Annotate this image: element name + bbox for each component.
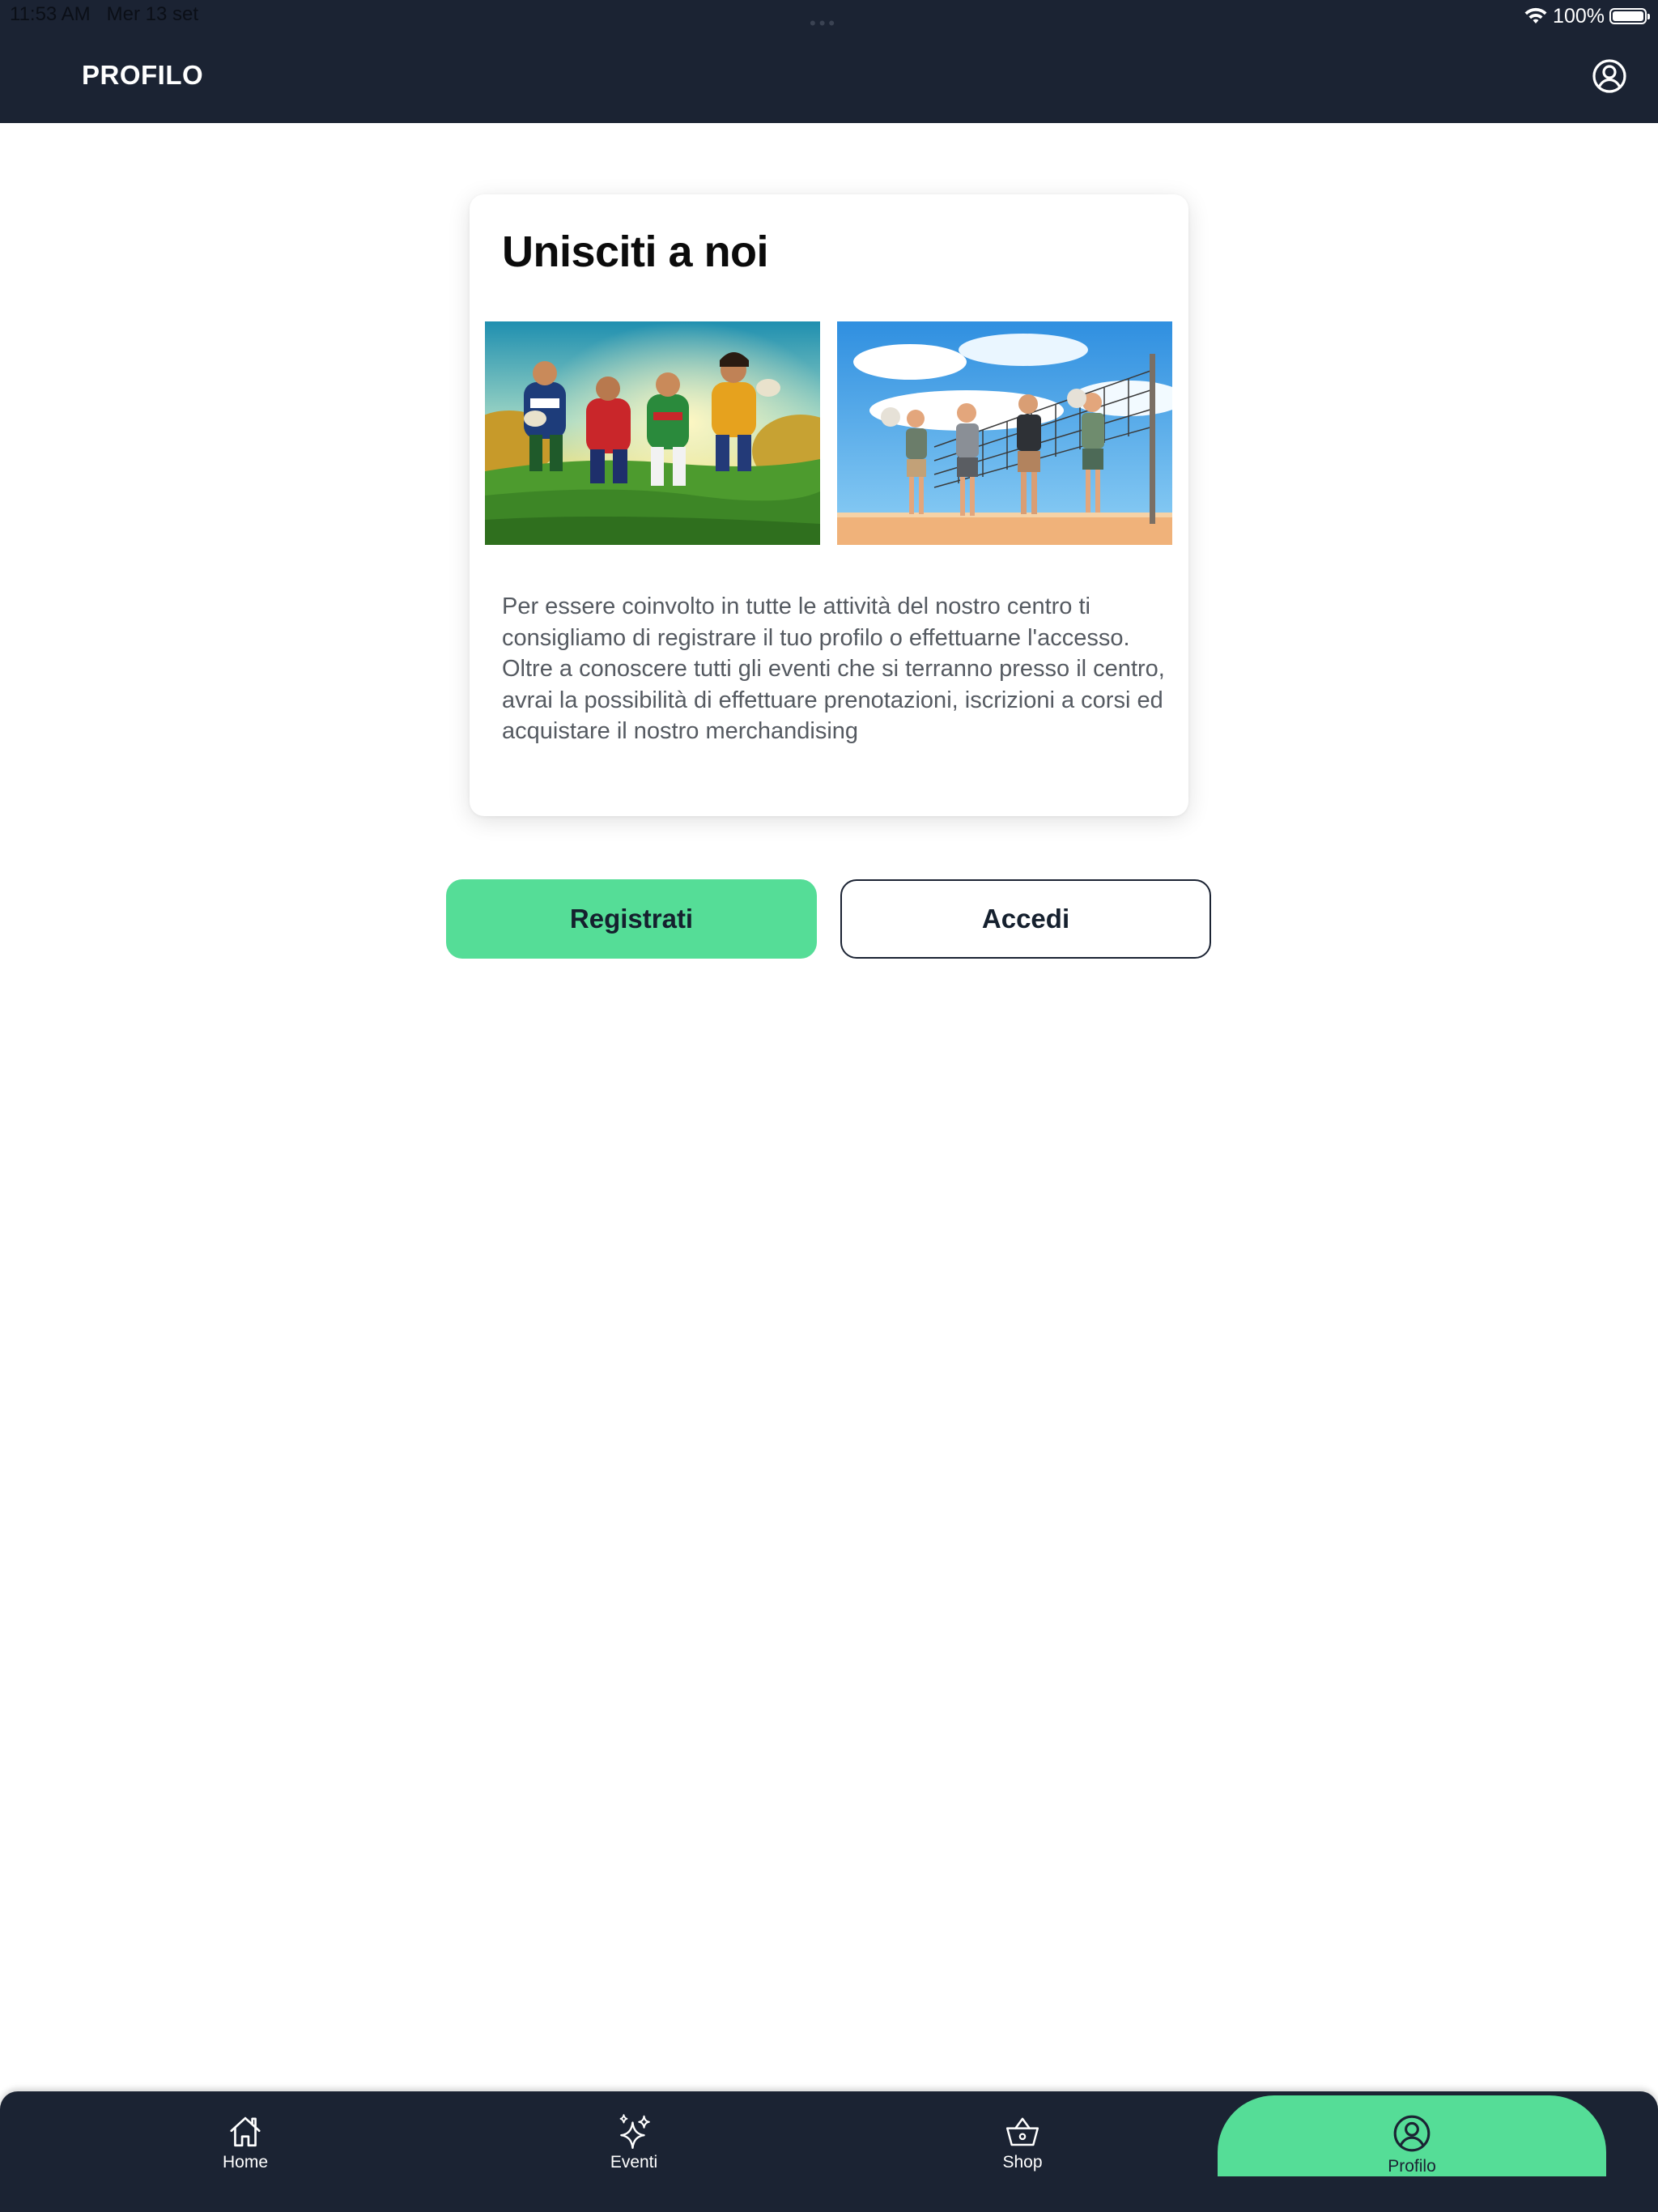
status-bar-time: 11:53 AM Mer 13 set — [10, 3, 198, 26]
rugby-illustration — [485, 321, 820, 545]
basket-icon — [1005, 2117, 1039, 2146]
tab-home[interactable]: Home — [51, 2091, 440, 2172]
status-date: Mer 13 set — [106, 3, 199, 25]
tab-eventi-label: Eventi — [610, 2153, 658, 2172]
beach-volley-illustration — [837, 321, 1172, 545]
card-description: Per essere coinvolto in tutte le attivit… — [502, 591, 1166, 747]
home-icon — [230, 2116, 261, 2147]
join-us-card: Unisciti a noi Per essere coinvolto in t… — [470, 194, 1188, 816]
user-circle-icon — [1393, 2115, 1431, 2152]
login-button[interactable]: Accedi — [840, 879, 1211, 959]
battery-percent: 100% — [1553, 4, 1605, 28]
multitasking-dots[interactable]: ••• — [810, 13, 838, 34]
tab-shop-label: Shop — [1002, 2153, 1043, 2172]
battery-icon — [1609, 8, 1650, 24]
tab-eventi[interactable]: Eventi — [440, 2091, 828, 2172]
status-bar-right: 100% — [1524, 2, 1650, 31]
status-time: 11:53 AM — [10, 3, 91, 25]
tab-profilo[interactable]: Profilo — [1218, 2095, 1606, 2176]
app-header: 11:53 AM Mer 13 set ••• 100% PROFILO — [0, 0, 1658, 123]
bottom-tab-bar: Home Eventi Shop Profilo — [0, 2091, 1658, 2212]
tab-shop[interactable]: Shop — [828, 2091, 1217, 2172]
wifi-icon — [1524, 7, 1547, 23]
tab-profilo-label: Profilo — [1388, 2157, 1436, 2176]
description-paragraph-2: Oltre a conoscere tutti gli eventi che s… — [502, 656, 1165, 744]
card-title: Unisciti a noi — [502, 228, 769, 276]
sparkles-icon — [619, 2114, 650, 2150]
user-circle-icon[interactable] — [1592, 58, 1627, 94]
register-button[interactable]: Registrati — [446, 879, 817, 959]
tab-home-label: Home — [222, 2153, 269, 2172]
description-paragraph-1: Per essere coinvolto in tutte le attivit… — [502, 593, 1130, 651]
page-title: PROFILO — [82, 60, 204, 90]
